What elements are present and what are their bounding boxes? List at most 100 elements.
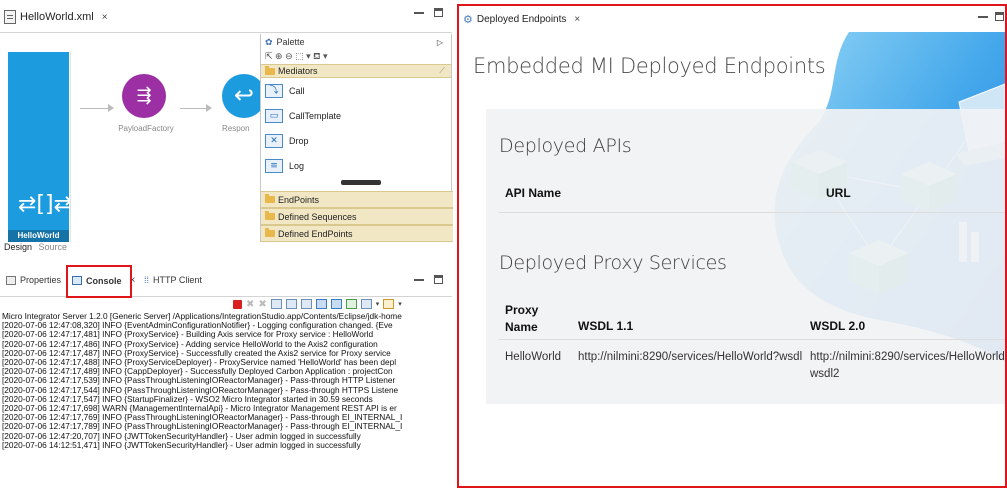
proxy-name-cell: HelloWorld [505, 351, 562, 363]
palette-item-label: CallTemplate [289, 110, 342, 121]
editor-tab-label: HelloWorld.xml [20, 11, 94, 23]
remove-launch-icon[interactable]: ✖ [246, 299, 254, 310]
palette-footer: EndPoints Defined Sequences Defined EndP… [261, 191, 453, 242]
palette-title: Palette [276, 37, 305, 47]
endpoints-card: Deployed APIs API Name URL Deployed Prox… [486, 109, 1005, 404]
palette-section-endpoints[interactable]: EndPoints [261, 191, 453, 208]
mediation-editor: HelloWorld.xml × ⇄[]⇄ HelloWorld ⇶ Paylo… [0, 0, 453, 262]
scroll-lock-icon[interactable] [285, 299, 297, 309]
minimize-icon[interactable] [978, 16, 988, 18]
page-title: Embedded MI Deployed Endpoints [473, 54, 826, 78]
xml-file-icon [4, 10, 16, 24]
api-icon: ⇄[]⇄ [18, 192, 73, 217]
palette-panel: ✿ Palette ▷ ⇱ ⊕ ⊖ ⬚ ▾ ⛾ ▾ Mediators ⟋ ⤵ … [260, 34, 453, 242]
chevron-down-icon[interactable]: ▾ [376, 300, 380, 308]
palette-item-calltemplate[interactable]: ▭ CallTemplate [261, 103, 451, 128]
in-sequence-strip [70, 52, 78, 242]
endpoints-tab-bar: ⚙ Deployed Endpoints × [459, 6, 1005, 32]
console-panel: Properties Console × ⁞⁞ HTTP Client ✖ ✖ … [0, 265, 452, 488]
show-on-stdout-icon[interactable] [315, 299, 327, 309]
col-url: URL [826, 186, 851, 200]
word-wrap-icon[interactable] [300, 299, 312, 309]
display-console-icon[interactable] [360, 299, 372, 309]
tab-deployed-endpoints[interactable]: ⚙ Deployed Endpoints × [463, 13, 580, 26]
palette-item-label: Drop [289, 135, 309, 146]
palette-scrollbar[interactable] [341, 180, 381, 185]
section-label: Defined EndPoints [278, 228, 353, 239]
wsdl-11-link[interactable]: http://nilmini:8290/services/HelloWorld?… [578, 349, 804, 366]
console-window-controls [414, 273, 443, 284]
flow-connector [80, 108, 110, 109]
palette-item-drop[interactable]: ✕ Drop [261, 128, 451, 153]
folder-icon [265, 228, 275, 237]
tab-label: Properties [20, 275, 62, 285]
chevron-down-icon[interactable]: ▾ [398, 300, 402, 308]
tab-design[interactable]: Design [4, 242, 32, 252]
flow-arrow-icon [108, 104, 114, 112]
tab-http-client[interactable]: ⁞⁞ HTTP Client [144, 275, 202, 285]
console-output[interactable]: Micro Integrator Server 1.2.0 [Generic S… [2, 312, 454, 450]
minimize-icon[interactable] [414, 279, 424, 281]
api-name-label: HelloWorld [8, 230, 69, 242]
folder-icon [265, 211, 275, 220]
editor-tab-bar: HelloWorld.xml × [0, 0, 452, 33]
console-line: [2020-07-06 14:12:51,471] INFO {JWTToken… [2, 439, 361, 450]
flow-connector [180, 108, 208, 109]
api-resource-block[interactable]: ⇄[]⇄ HelloWorld [8, 52, 73, 242]
folder-icon [265, 194, 275, 203]
section-label: Defined Sequences [278, 211, 357, 222]
palette-item-log[interactable]: ≡ Log [261, 153, 451, 178]
console-tab-bar: Properties Console × ⁞⁞ HTTP Client [0, 265, 452, 298]
palette-header: ✿ Palette ▷ [261, 34, 451, 50]
section-label: Mediators [278, 66, 318, 76]
folder-icon [265, 65, 275, 75]
payload-factory-label: PayloadFactory [118, 124, 174, 133]
clear-console-icon[interactable] [270, 299, 282, 309]
call-template-icon: ▭ [265, 108, 283, 123]
maximize-icon[interactable] [995, 12, 1004, 21]
close-icon[interactable]: × [102, 12, 108, 23]
pin-icon[interactable]: ⟋ [439, 66, 445, 76]
open-console-icon[interactable] [383, 299, 395, 309]
palette-item-call[interactable]: ⤵ Call [261, 78, 451, 103]
palette-icon: ✿ [265, 36, 273, 47]
palette-section-defined-sequences[interactable]: Defined Sequences [261, 208, 453, 225]
terminate-icon[interactable] [233, 299, 242, 309]
properties-icon [6, 275, 16, 285]
divider [499, 339, 1005, 340]
col-api-name: API Name [505, 186, 562, 200]
divider [499, 212, 1005, 213]
deployed-endpoints-view: ⚙ Deployed Endpoints × Embedded MI Deplo… [457, 4, 1007, 488]
col-wsdl-11: WSDL 1.1 [578, 319, 634, 333]
design-source-tabs: Design Source [4, 242, 71, 252]
editor-tab-helloworld[interactable]: HelloWorld.xml × [4, 8, 108, 26]
minimize-icon[interactable] [414, 12, 424, 14]
tab-label: HTTP Client [153, 275, 202, 285]
endpoints-icon: ⚙ [463, 13, 473, 26]
maximize-icon[interactable] [434, 8, 443, 17]
close-icon[interactable]: × [574, 14, 580, 25]
maximize-icon[interactable] [434, 275, 443, 284]
wsdl-20-link[interactable]: http://nilmini:8290/services/HelloWorld?… [810, 349, 1005, 383]
tab-label: Deployed Endpoints [476, 14, 567, 25]
show-on-stderr-icon[interactable] [330, 299, 342, 309]
collapse-palette-icon[interactable]: ▷ [437, 38, 443, 47]
palette-section-defined-endpoints[interactable]: Defined EndPoints [261, 225, 453, 242]
call-icon: ⤵ [265, 83, 283, 98]
payload-factory-mediator[interactable]: ⇶ [122, 74, 166, 118]
palette-section-mediators[interactable]: Mediators ⟋ [261, 64, 451, 78]
apis-section-title: Deployed APIs [499, 135, 632, 157]
tab-source[interactable]: Source [39, 242, 68, 252]
remove-all-icon[interactable]: ✖ [258, 299, 266, 310]
console-tab-highlight [66, 265, 132, 298]
tab-properties[interactable]: Properties [6, 275, 61, 285]
pin-console-icon[interactable] [345, 299, 357, 309]
drop-icon: ✕ [265, 133, 283, 148]
col-proxy-name: Proxy Name [505, 303, 539, 334]
section-label: EndPoints [278, 194, 320, 205]
flow-arrow-icon [206, 104, 212, 112]
editor-window-controls [414, 6, 443, 17]
palette-item-label: Call [289, 85, 305, 96]
col-wsdl-20: WSDL 2.0 [810, 319, 866, 333]
palette-tools[interactable]: ⇱ ⊕ ⊖ ⬚ ▾ ⛾ ▾ [261, 50, 451, 64]
